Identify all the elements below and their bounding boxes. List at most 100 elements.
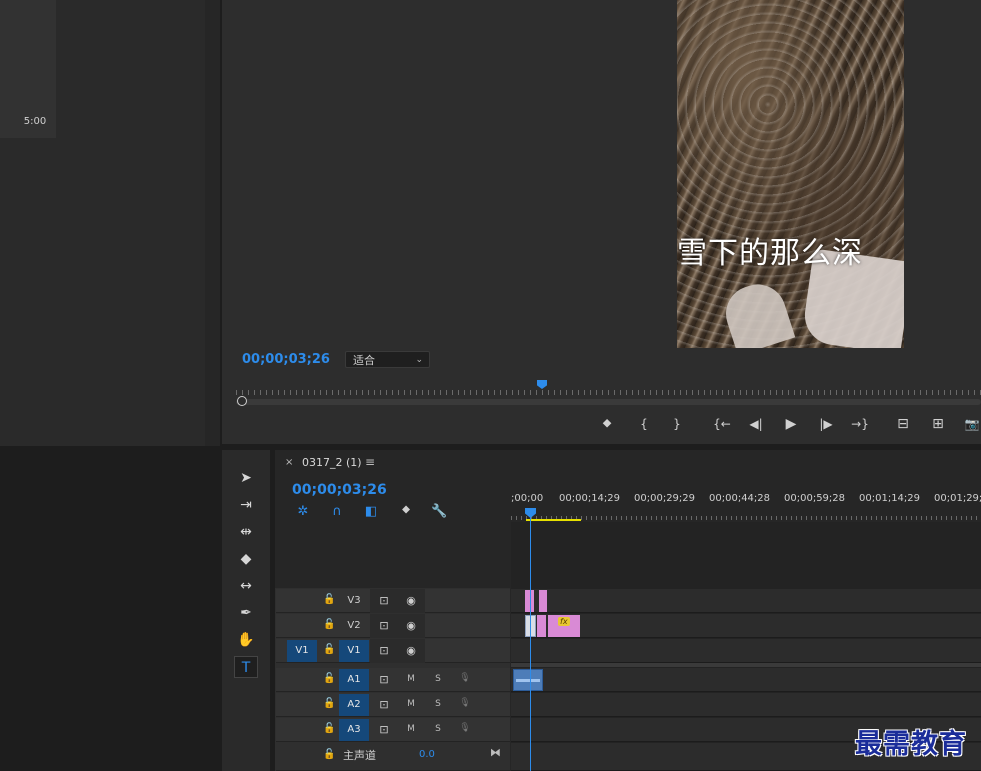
ruler-label: 00;01;29;2 xyxy=(934,493,981,504)
program-video-frame: 雪下的那么深 xyxy=(677,0,904,348)
razor-icon: ◆ xyxy=(240,551,252,567)
microphone-icon[interactable]: 🎙 xyxy=(458,673,472,683)
video-caption[interactable]: 雪下的那么深 xyxy=(677,228,904,272)
panel-divider[interactable] xyxy=(205,0,220,446)
fit-select[interactable]: 适合 ⌄ xyxy=(345,351,430,368)
program-timecode[interactable]: 00;00;03;26 xyxy=(242,352,330,367)
work-area-bar[interactable] xyxy=(526,519,581,521)
track-select-tool-button[interactable]: ⇥ xyxy=(234,494,258,516)
lock-icon[interactable]: 🔓 xyxy=(323,619,335,630)
program-zoom-handle[interactable] xyxy=(237,396,247,406)
track-header-a2[interactable]: 🔓 A2 ⊡ M S 🎙 xyxy=(276,693,510,717)
linked-selection-icon: ◧ xyxy=(364,504,378,519)
snap-button[interactable]: ∩ xyxy=(329,504,345,519)
tab-sequence[interactable]: 0317_2 (1) xyxy=(302,456,362,469)
source-patch-v1[interactable]: V1 xyxy=(287,640,317,662)
clip-a1-audio[interactable] xyxy=(513,669,543,691)
microphone-icon[interactable]: 🎙 xyxy=(458,723,472,733)
extract-button[interactable]: ⊞ xyxy=(928,416,948,432)
lock-icon[interactable]: 🔓 xyxy=(323,749,335,760)
mute-button[interactable]: M xyxy=(404,724,418,734)
track-header-v1[interactable]: V1 🔓 V1 ⊡ ◉ xyxy=(276,639,510,663)
play-button[interactable]: ▶ xyxy=(781,416,801,432)
program-time-ruler[interactable] xyxy=(236,383,981,395)
timeline-settings-button[interactable]: 🔧 xyxy=(431,504,447,519)
go-to-in-button[interactable]: {← xyxy=(710,416,734,432)
mute-button[interactable]: M xyxy=(404,699,418,709)
lock-icon[interactable]: 🔓 xyxy=(323,723,335,734)
add-marker-timeline-button[interactable]: ⯁ xyxy=(398,504,414,518)
step-back-button[interactable]: ◀| xyxy=(745,416,767,432)
track-header-a1[interactable]: 🔓 A1 ⊡ M S 🎙 xyxy=(276,668,510,692)
sync-lock-icon[interactable]: ⊡ xyxy=(376,644,392,657)
clip-v3-2[interactable] xyxy=(539,590,547,612)
play-icon: ▶ xyxy=(785,416,797,432)
eye-icon[interactable]: ◉ xyxy=(403,619,419,632)
sync-lock-icon[interactable]: ⊡ xyxy=(376,698,392,711)
mark-in-button[interactable]: { xyxy=(636,416,652,432)
pen-tool-button[interactable]: ✒ xyxy=(234,602,258,624)
timeline-playhead-line xyxy=(530,516,531,771)
track-name-a2[interactable]: A2 xyxy=(339,694,369,716)
clip-v2-3[interactable]: fx xyxy=(548,615,580,637)
marker-icon: ⯁ xyxy=(401,504,411,517)
lock-icon[interactable]: 🔓 xyxy=(323,698,335,709)
lock-icon[interactable]: 🔓 xyxy=(323,644,335,655)
mute-button[interactable]: M xyxy=(404,674,418,684)
track-header-v2[interactable]: 🔓 V2 ⊡ ◉ xyxy=(276,614,510,638)
track-name-v2[interactable]: V2 xyxy=(339,615,369,637)
video-audio-divider[interactable] xyxy=(511,663,981,667)
type-icon: T xyxy=(241,660,251,676)
lock-icon[interactable]: 🔓 xyxy=(323,673,335,684)
track-row-v3[interactable] xyxy=(511,589,981,613)
nest-toggle-button[interactable]: ✲ xyxy=(295,504,311,519)
lock-icon[interactable]: 🔓 xyxy=(323,594,335,605)
hand-tool-button[interactable]: ✋ xyxy=(234,629,258,651)
track-header-a3[interactable]: 🔓 A3 ⊡ M S 🎙 xyxy=(276,718,510,742)
track-row-v2[interactable] xyxy=(511,614,981,638)
close-icon[interactable]: × xyxy=(285,457,293,468)
go-to-in-icon: {← xyxy=(713,417,731,431)
sync-lock-icon[interactable]: ⊡ xyxy=(376,594,392,607)
solo-button[interactable]: S xyxy=(431,674,445,684)
track-header-master[interactable]: 🔓 主声道 0.0 ⧓ xyxy=(276,743,510,771)
sync-lock-icon[interactable]: ⊡ xyxy=(376,673,392,686)
master-volume-value[interactable]: 0.0 xyxy=(419,749,435,760)
step-forward-button[interactable]: |▶ xyxy=(815,416,837,432)
program-zoom-scrollbar[interactable] xyxy=(236,399,981,405)
timeline-timecode[interactable]: 00;00;03;26 xyxy=(292,482,387,498)
fit-select-value: 适合 xyxy=(353,354,375,367)
eye-icon[interactable]: ◉ xyxy=(403,594,419,607)
timeline-time-ruler[interactable] xyxy=(511,512,981,520)
ripple-edit-tool-button[interactable]: ⇹ xyxy=(234,521,258,543)
lift-button[interactable]: ⊟ xyxy=(893,416,913,432)
razor-tool-button[interactable]: ◆ xyxy=(234,548,258,570)
ruler-label: ;00;00 xyxy=(511,493,544,504)
track-name-v3[interactable]: V3 xyxy=(339,590,369,612)
add-marker-button[interactable]: ⯁ xyxy=(599,416,615,432)
linked-selection-button[interactable]: ◧ xyxy=(363,504,379,519)
track-name-v1[interactable]: V1 xyxy=(339,640,369,662)
microphone-icon[interactable]: 🎙 xyxy=(458,698,472,708)
track-header-v3[interactable]: 🔓 V3 ⊡ ◉ xyxy=(276,589,510,613)
selection-tool-button[interactable]: ➤ xyxy=(234,467,258,489)
slip-tool-button[interactable]: ↔ xyxy=(234,575,258,597)
solo-button[interactable]: S xyxy=(431,724,445,734)
track-row-v1[interactable] xyxy=(511,639,981,663)
thumbnail-duration: 5:00 xyxy=(23,116,47,127)
go-to-end-icon[interactable]: ⧓ xyxy=(490,746,501,759)
sync-lock-icon[interactable]: ⊡ xyxy=(376,723,392,736)
go-to-out-button[interactable]: →} xyxy=(848,416,872,432)
menu-icon[interactable]: ≡ xyxy=(365,455,375,469)
track-row-a1[interactable] xyxy=(511,668,981,692)
sync-lock-icon[interactable]: ⊡ xyxy=(376,619,392,632)
solo-button[interactable]: S xyxy=(431,699,445,709)
export-frame-button[interactable]: 📷 xyxy=(964,416,980,432)
track-row-a2[interactable] xyxy=(511,693,981,717)
eye-icon[interactable]: ◉ xyxy=(403,644,419,657)
track-name-a3[interactable]: A3 xyxy=(339,719,369,741)
mark-out-button[interactable]: } xyxy=(669,416,685,432)
clip-v2-2[interactable] xyxy=(537,615,546,637)
type-tool-button[interactable]: T xyxy=(234,656,258,678)
track-name-a1[interactable]: A1 xyxy=(339,669,369,691)
